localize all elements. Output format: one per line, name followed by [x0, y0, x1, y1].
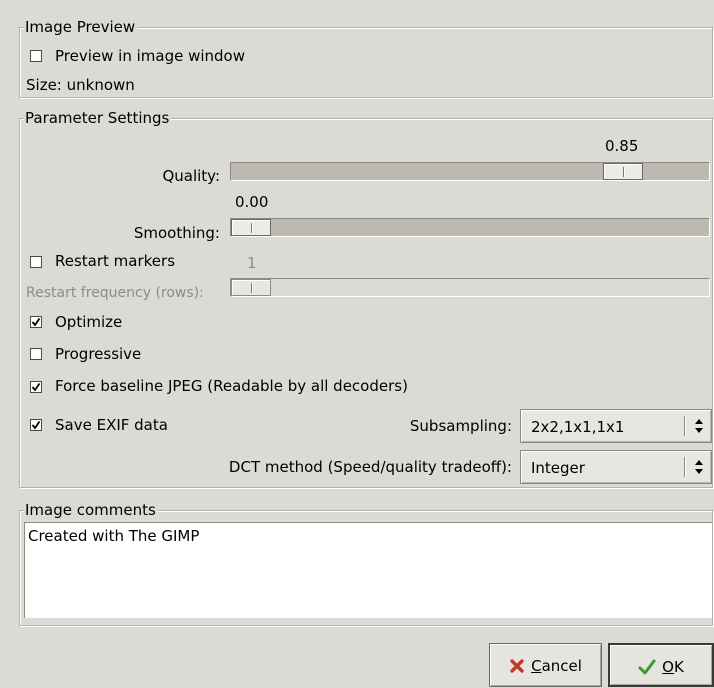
combo-separator	[684, 457, 685, 477]
ok-label-rest: K	[673, 658, 684, 676]
subsampling-label: Subsampling:	[409, 417, 512, 435]
image-comments-textarea[interactable]: Created with The GIMP	[24, 522, 712, 618]
save-exif-label[interactable]: Save EXIF data	[55, 415, 168, 435]
image-preview-title: Image Preview	[24, 18, 138, 36]
smoothing-slider-thumb[interactable]	[231, 219, 271, 236]
progressive-label[interactable]: Progressive	[55, 344, 141, 364]
optimize-label[interactable]: Optimize	[55, 312, 122, 332]
restart-markers-checkbox[interactable]	[30, 256, 42, 268]
subsampling-select[interactable]: 2x2,1x1,1x1	[520, 409, 712, 443]
image-comments-title: Image comments	[24, 501, 158, 519]
cancel-label-rest: ancel	[541, 657, 582, 675]
force-baseline-label[interactable]: Force baseline JPEG (Readable by all dec…	[55, 376, 408, 396]
quality-slider-thumb[interactable]	[603, 163, 643, 180]
smoothing-slider-trough[interactable]	[230, 218, 710, 237]
slider-grip	[623, 167, 624, 177]
size-text: Size: unknown	[26, 76, 135, 94]
save-exif-checkbox[interactable]	[30, 419, 42, 431]
restart-markers-label[interactable]: Restart markers	[55, 251, 175, 271]
slider-grip	[251, 223, 252, 233]
cancel-button-content: Cancel	[490, 656, 601, 676]
dct-method-label: DCT method (Speed/quality tradeoff):	[228, 458, 512, 476]
image-comments-text: Created with The GIMP	[28, 527, 200, 545]
quality-slider-trough[interactable]	[230, 162, 710, 181]
slider-grip	[251, 283, 252, 293]
cancel-mnemonic: C	[531, 657, 542, 675]
smoothing-value: 0.00	[235, 193, 269, 211]
combo-separator	[684, 416, 685, 436]
restart-frequency-slider-trough	[230, 278, 710, 297]
force-baseline-checkbox[interactable]	[30, 381, 42, 393]
restart-frequency-value: 1	[247, 254, 257, 272]
restart-frequency-slider-thumb	[231, 279, 271, 296]
optimize-checkbox[interactable]	[30, 316, 42, 328]
quality-label: Quality:	[162, 167, 220, 185]
dct-method-value: Integer	[531, 459, 585, 477]
cancel-button[interactable]: Cancel	[489, 643, 602, 687]
parameter-settings-title: Parameter Settings	[24, 109, 172, 127]
preview-label[interactable]: Preview in image window	[55, 46, 245, 66]
preview-checkbox[interactable]	[30, 50, 42, 62]
quality-value: 0.85	[605, 137, 639, 155]
cancel-x-icon	[510, 659, 524, 673]
up-down-arrows-icon	[695, 419, 703, 433]
smoothing-label: Smoothing:	[133, 224, 220, 242]
ok-mnemonic: O	[662, 658, 674, 676]
up-down-arrows-icon	[695, 460, 703, 474]
progressive-checkbox[interactable]	[30, 348, 42, 360]
dct-method-select[interactable]: Integer	[520, 450, 712, 484]
check-mark-icon	[31, 317, 41, 327]
ok-button-content: OK	[610, 657, 712, 677]
check-mark-icon	[31, 382, 41, 392]
check-mark-icon	[31, 420, 41, 430]
checkmark-icon	[638, 659, 656, 675]
restart-frequency-label: Restart frequency (rows):	[26, 285, 204, 301]
subsampling-value: 2x2,1x1,1x1	[531, 418, 625, 436]
ok-button[interactable]: OK	[608, 643, 714, 687]
